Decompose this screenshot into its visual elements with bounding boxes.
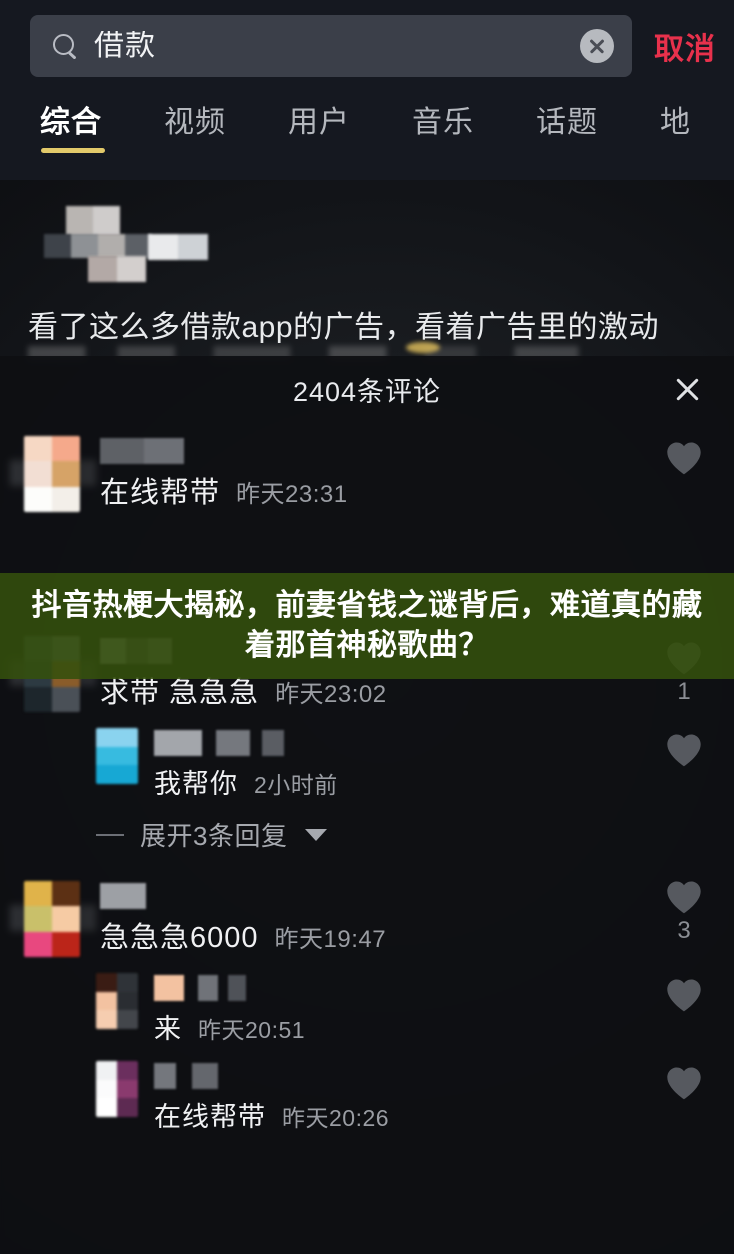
tab-label: 视频 — [164, 106, 226, 139]
author-name-mosaic — [44, 234, 152, 258]
comment-line: 在线帮带 昨天23:31 — [100, 474, 734, 510]
comment-sheet: 2404条评论 在线帮带 昨天23:31 求带 急急急 昨天23:02 1 我帮… — [0, 356, 734, 1254]
result-author-row — [22, 202, 442, 282]
username-mosaic — [154, 730, 734, 756]
article-title-banner: 抖音热梗大揭秘，前妻省钱之谜背后，难道真的藏着那首神秘歌曲？ — [0, 573, 734, 679]
avatar — [24, 881, 80, 958]
close-icon[interactable] — [668, 370, 706, 408]
tab-places[interactable]: 地 — [660, 92, 691, 141]
comment-sheet-header: 2404条评论 — [0, 356, 734, 422]
expand-replies-row[interactable]: 展开3条回复 — [0, 806, 734, 865]
like-button[interactable]: 3 — [656, 879, 712, 943]
like-button[interactable] — [656, 732, 712, 772]
heart-icon — [664, 879, 704, 915]
comment-line: 急急急6000 昨天19:47 — [100, 919, 734, 955]
app-root: 借款 取消 综合 视频 用户 音乐 话题 地 看了这么多借款app的广告，看着广… — [0, 0, 734, 1254]
author-name-mosaic — [66, 206, 120, 236]
comment-body: 在线帮带 昨天23:31 — [100, 436, 734, 512]
tab-label: 用户 — [288, 106, 350, 139]
author-name-mosaic — [88, 256, 146, 282]
tab-comprehensive[interactable]: 综合 — [40, 92, 105, 153]
comment-line: 我帮你 2小时前 — [154, 766, 734, 800]
comment-reply-item[interactable]: 来 昨天20:51 — [0, 963, 734, 1051]
like-button[interactable] — [656, 977, 712, 1017]
like-count: 1 — [677, 678, 691, 705]
author-badge-mosaic — [148, 234, 208, 260]
comment-body: 来 昨天20:51 — [154, 973, 734, 1045]
expand-dash — [96, 833, 124, 836]
comment-list: 在线帮带 昨天23:31 求带 急急急 昨天23:02 1 我帮你 2小时前 展… — [0, 422, 734, 1139]
avatar — [96, 1061, 138, 1118]
video-caption: 看了这么多借款app的广告，看着广告里的激动 — [28, 311, 660, 344]
comment-time: 2小时前 — [254, 772, 338, 798]
comment-reply-item[interactable]: 我帮你 2小时前 — [0, 718, 734, 806]
comment-text: 急急急6000 — [100, 922, 259, 955]
heart-icon — [664, 732, 704, 768]
avatar — [96, 973, 138, 1030]
tab-label: 音乐 — [412, 106, 474, 139]
tab-music[interactable]: 音乐 — [412, 92, 474, 141]
search-tabs: 综合 视频 用户 音乐 话题 地 — [0, 92, 734, 180]
avatar-wrap — [96, 728, 142, 800]
like-count: 3 — [677, 917, 691, 945]
comment-item[interactable]: 急急急6000 昨天19:47 3 — [0, 865, 734, 963]
comment-text: 我帮你 — [154, 769, 238, 799]
search-box[interactable]: 借款 — [30, 15, 632, 77]
comment-time: 昨天20:51 — [198, 1017, 306, 1044]
search-icon — [52, 33, 78, 59]
comment-line: 来 昨天20:51 — [154, 1011, 734, 1045]
comment-time: 昨天19:47 — [274, 926, 387, 954]
expand-replies-label[interactable]: 展开3条回复 — [140, 816, 287, 853]
search-input[interactable]: 借款 — [94, 31, 580, 61]
like-button[interactable] — [656, 440, 712, 480]
username-mosaic — [100, 438, 734, 464]
tab-users[interactable]: 用户 — [288, 92, 350, 141]
heart-icon — [664, 977, 704, 1013]
comment-line: 在线帮带 昨天20:26 — [154, 1099, 734, 1133]
avatar-wrap — [10, 436, 96, 512]
tab-label: 综合 — [40, 106, 102, 139]
close-circle-icon[interactable] — [580, 29, 614, 63]
avatar-wrap — [96, 973, 142, 1045]
avatar — [24, 436, 80, 512]
username-mosaic — [100, 883, 734, 910]
comment-text: 来 — [154, 1014, 182, 1045]
comment-line: 求带 急急急 昨天23:02 — [100, 674, 734, 710]
comment-count-title: 2404条评论 — [292, 376, 442, 407]
comment-text: 在线帮带 — [100, 477, 221, 509]
chevron-down-icon[interactable] — [305, 828, 328, 841]
comment-item[interactable]: 在线帮带 昨天23:31 — [0, 426, 734, 518]
heart-icon — [664, 1065, 704, 1101]
comment-body: 在线帮带 昨天20:26 — [154, 1061, 734, 1133]
avatar-wrap — [10, 881, 96, 958]
comment-body: 急急急6000 昨天19:47 — [100, 881, 734, 957]
comment-time: 昨天23:02 — [275, 681, 387, 708]
tab-topics[interactable]: 话题 — [536, 92, 598, 141]
tab-video[interactable]: 视频 — [164, 92, 226, 141]
username-mosaic — [154, 975, 734, 1002]
comment-text: 求带 急急急 — [100, 677, 260, 709]
tab-active-underline — [41, 147, 105, 153]
username-mosaic — [154, 1063, 734, 1090]
article-title: 抖音热梗大揭秘，前妻省钱之谜背后，难道真的藏着那首神秘歌曲？ — [31, 589, 703, 662]
comment-body: 我帮你 2小时前 — [154, 728, 734, 800]
video-caption-highlight — [406, 342, 440, 353]
tab-label: 地 — [660, 106, 691, 139]
avatar-wrap — [96, 1061, 142, 1133]
search-header: 借款 取消 — [0, 0, 734, 92]
comment-time: 昨天20:26 — [282, 1105, 390, 1132]
comment-text: 在线帮带 — [154, 1102, 266, 1133]
cancel-button[interactable]: 取消 — [654, 24, 716, 68]
avatar — [96, 728, 138, 784]
tab-label: 话题 — [536, 106, 598, 139]
comment-time: 昨天23:31 — [236, 481, 348, 508]
heart-icon — [664, 440, 704, 476]
like-button[interactable] — [656, 1065, 712, 1105]
comment-reply-item[interactable]: 在线帮带 昨天20:26 — [0, 1051, 734, 1139]
